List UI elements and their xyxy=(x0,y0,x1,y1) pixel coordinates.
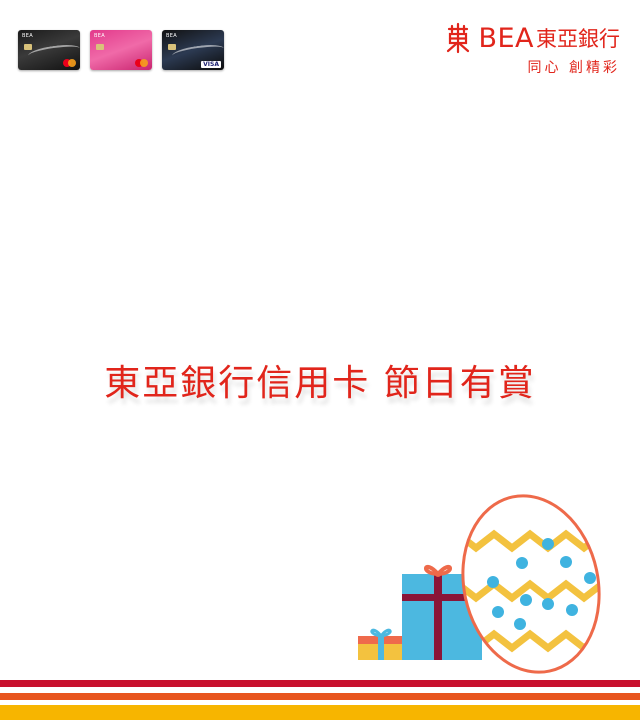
stripe-orange xyxy=(0,693,640,700)
stripe-red xyxy=(0,680,640,687)
small-gift-icon xyxy=(358,628,404,660)
stripe-yellow xyxy=(0,705,640,720)
festive-decoration xyxy=(358,494,616,674)
bottom-stripes xyxy=(0,680,640,720)
